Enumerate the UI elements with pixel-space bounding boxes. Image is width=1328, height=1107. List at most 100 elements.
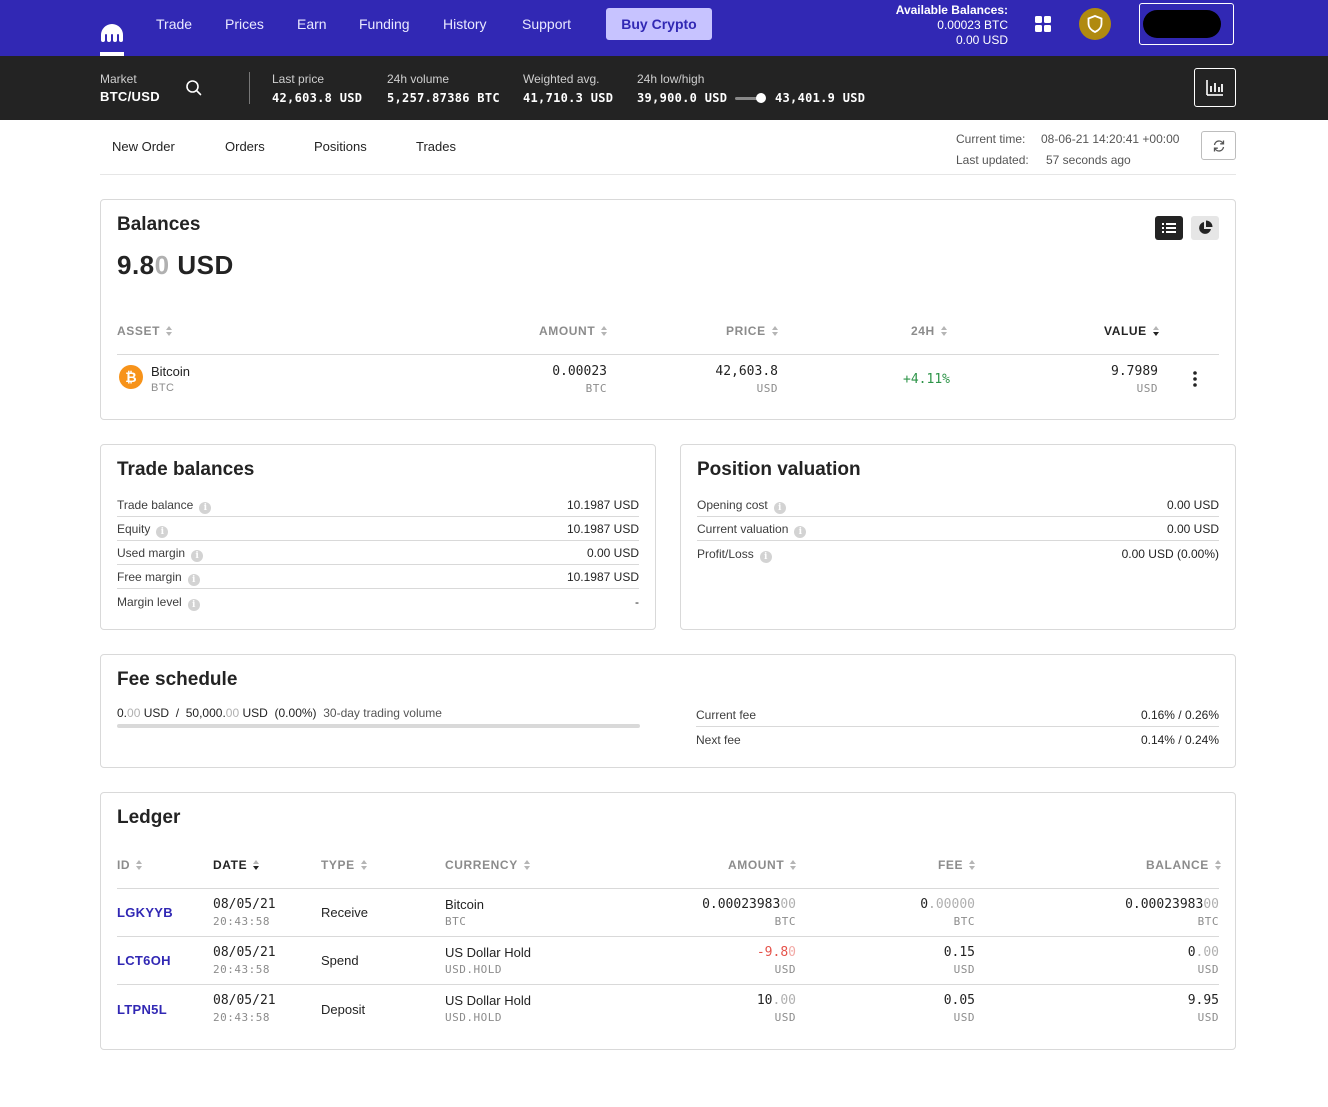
- more-options-icon[interactable]: [1191, 370, 1199, 388]
- current-valuation-label: Current valuation i: [697, 522, 807, 538]
- nav-earn[interactable]: Earn: [297, 16, 327, 32]
- low-high-range-marker: [756, 93, 766, 103]
- ledger-header-id-label: ID: [117, 858, 131, 872]
- header-asset[interactable]: ASSET: [117, 324, 173, 338]
- kraken-logo-icon[interactable]: [100, 14, 124, 56]
- ledger-header-currency[interactable]: CURRENCY: [445, 858, 531, 872]
- fee-schedule-title: Fee schedule: [117, 669, 238, 690]
- pie-view-button[interactable]: [1191, 216, 1219, 240]
- ledger-amount-unit: USD: [774, 963, 796, 976]
- market-pair[interactable]: BTC/USD: [100, 89, 160, 104]
- asset-price: 42,603.8: [715, 364, 778, 379]
- ledger-id-link[interactable]: LCT6OH: [117, 953, 171, 968]
- opening-cost-value: 0.00 USD: [1166, 498, 1219, 512]
- weighted-avg-label: Weighted avg.: [523, 72, 600, 86]
- current-fee-value: 0.16% / 0.26%: [1140, 708, 1219, 722]
- position-valuation-card: Position valuation Opening cost i 0.00 US…: [680, 444, 1236, 630]
- divider: [117, 984, 1219, 985]
- nav-funding[interactable]: Funding: [359, 16, 410, 32]
- ledger-header-amount[interactable]: AMOUNT: [728, 858, 797, 872]
- ledger-header-type-label: TYPE: [321, 858, 355, 872]
- ledger-type: Receive: [321, 905, 368, 920]
- ledger-header-type[interactable]: TYPE: [321, 858, 368, 872]
- svg-text:₿: ₿: [125, 370, 136, 386]
- ledger-balance-main: 0.00023983: [1125, 897, 1204, 912]
- security-status-button[interactable]: [1079, 8, 1111, 40]
- buy-crypto-button[interactable]: Buy Crypto: [606, 8, 712, 40]
- sort-icon: [940, 326, 947, 336]
- ledger-header-balance-label: BALANCE: [1146, 858, 1209, 872]
- ledger-fee-unit: BTC: [953, 915, 975, 928]
- tab-positions[interactable]: Positions: [314, 139, 367, 154]
- ledger-header-date[interactable]: DATE: [213, 858, 260, 872]
- nav-support[interactable]: Support: [522, 16, 571, 32]
- chart-button[interactable]: [1194, 68, 1236, 107]
- ledger-currency: US Dollar Hold: [445, 993, 531, 1008]
- asset-name: Bitcoin: [151, 364, 191, 379]
- header-value[interactable]: VALUE: [1104, 324, 1160, 338]
- trade-balances-title: Trade balances: [117, 459, 255, 480]
- header-price[interactable]: PRICE: [726, 324, 779, 338]
- info-icon[interactable]: i: [773, 502, 786, 514]
- current-time-label: Current time:: [956, 132, 1026, 146]
- info-icon[interactable]: i: [759, 551, 772, 563]
- account-menu-button[interactable]: [1139, 3, 1234, 45]
- ledger-header-fee-label: FEE: [938, 858, 964, 872]
- ledger-balance: 9.95: [1188, 993, 1219, 1008]
- tab-new-order[interactable]: New Order: [112, 139, 175, 154]
- tab-orders[interactable]: Orders: [225, 139, 265, 154]
- header-24h[interactable]: 24H: [911, 324, 948, 338]
- grid-icon[interactable]: [1035, 16, 1051, 32]
- ledger-type: Spend: [321, 953, 359, 968]
- tab-trades[interactable]: Trades: [416, 139, 456, 154]
- info-icon[interactable]: i: [199, 502, 212, 514]
- ledger-header-fee[interactable]: FEE: [938, 858, 976, 872]
- info-icon[interactable]: i: [156, 526, 169, 538]
- ledger-header-balance[interactable]: BALANCE: [1146, 858, 1222, 872]
- info-icon[interactable]: i: [187, 574, 200, 586]
- available-balances-title: Available Balances:: [895, 3, 1008, 17]
- ledger-date: 08/05/21: [213, 993, 276, 1008]
- current-fee-label: Current fee: [696, 708, 757, 722]
- search-icon[interactable]: [185, 79, 203, 97]
- ledger-fee-main: 0.15: [943, 945, 975, 960]
- ledger-currency-code: BTC: [445, 915, 467, 928]
- pie-chart-icon: [1199, 220, 1213, 234]
- divider: [117, 516, 639, 517]
- profit-loss-value: 0.00 USD (0.00%): [1121, 547, 1219, 561]
- header-asset-label: ASSET: [117, 324, 161, 338]
- list-view-button[interactable]: [1155, 216, 1183, 240]
- trade-balance-value: 10.1987 USD: [566, 498, 639, 512]
- used-margin-label: Used margin i: [117, 546, 204, 562]
- current-valuation-label-text: Current valuation: [697, 522, 789, 536]
- nav-prices[interactable]: Prices: [225, 16, 264, 32]
- ledger-header-currency-label: CURRENCY: [445, 858, 518, 872]
- ledger-fee-unit: USD: [953, 963, 975, 976]
- ledger-balance: 0.00: [1188, 945, 1219, 960]
- trading-volume-summary: 0.00 USD / 50,000.00 USD (0.00%) 30-day …: [117, 706, 442, 720]
- opening-cost-label: Opening cost i: [697, 498, 786, 514]
- header-amount[interactable]: AMOUNT: [539, 324, 608, 338]
- next-fee-label: Next fee: [696, 733, 741, 747]
- volume-main: 0.: [117, 706, 128, 720]
- refresh-button[interactable]: [1201, 131, 1236, 160]
- volume-limit-dim: 00: [225, 706, 240, 720]
- ledger-amount: -9.80: [757, 945, 796, 960]
- info-icon[interactable]: i: [794, 526, 807, 538]
- ledger-header-amount-label: AMOUNT: [728, 858, 785, 872]
- ledger-header-id[interactable]: ID: [117, 858, 143, 872]
- nav-trade[interactable]: Trade: [156, 16, 192, 32]
- divider: [117, 540, 639, 541]
- ledger-amount-dim: 00: [780, 897, 796, 912]
- ledger-card: Ledger ID DATE TYPE CURRENCY AMOUNT FEE …: [100, 792, 1236, 1050]
- ledger-date: 08/05/21: [213, 897, 276, 912]
- ledger-id-link[interactable]: LGKYYB: [117, 905, 173, 920]
- ledger-id-link[interactable]: LTPN5L: [117, 1002, 167, 1017]
- info-icon[interactable]: i: [191, 550, 204, 562]
- nav-history[interactable]: History: [443, 16, 487, 32]
- asset-amount: 0.00023: [552, 364, 607, 379]
- list-icon: [1162, 223, 1176, 233]
- info-icon[interactable]: i: [187, 599, 200, 611]
- volume-value: 5,257.87386 BTC: [387, 91, 500, 105]
- balances-total-dim: 0: [154, 250, 170, 280]
